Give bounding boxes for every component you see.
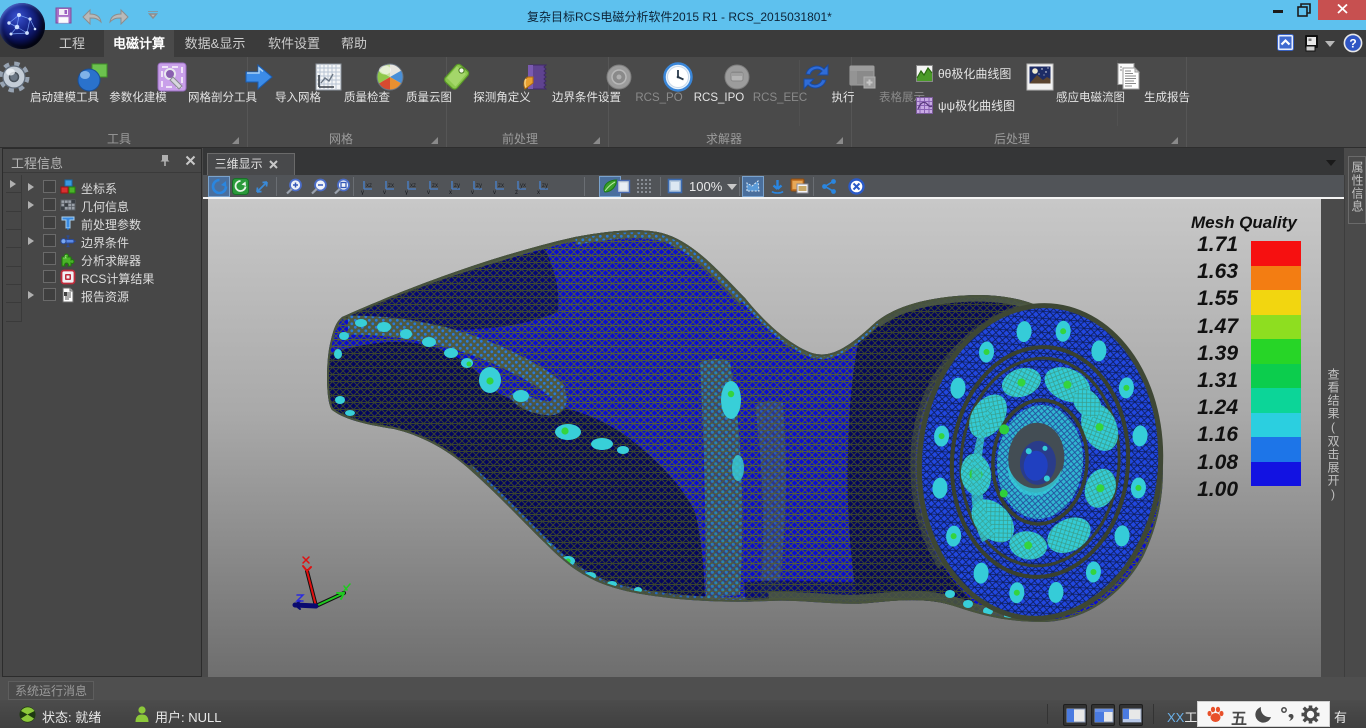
- svg-text:x: x: [537, 190, 540, 195]
- svg-text:zy: zy: [542, 183, 548, 189]
- svg-text:?: ?: [1349, 37, 1356, 51]
- svg-text:zx: zx: [388, 183, 394, 189]
- svg-text:yx: yx: [520, 183, 526, 189]
- svg-text:xz: xz: [410, 183, 416, 189]
- svg-text:zy: zy: [476, 183, 482, 189]
- svg-text:zx: zx: [498, 183, 504, 189]
- svg-text:zx: zx: [432, 183, 438, 189]
- svg-text:y: y: [361, 190, 364, 195]
- svg-text:v: v: [493, 190, 496, 195]
- svg-text:zy: zy: [454, 183, 460, 189]
- svg-text:v: v: [427, 190, 430, 195]
- svg-text:y: y: [405, 190, 408, 195]
- svg-text:v: v: [383, 190, 386, 195]
- svg-text:z: z: [515, 190, 518, 195]
- svg-text:v: v: [471, 190, 474, 195]
- svg-text:x: x: [449, 190, 452, 195]
- svg-text:xz: xz: [366, 183, 372, 189]
